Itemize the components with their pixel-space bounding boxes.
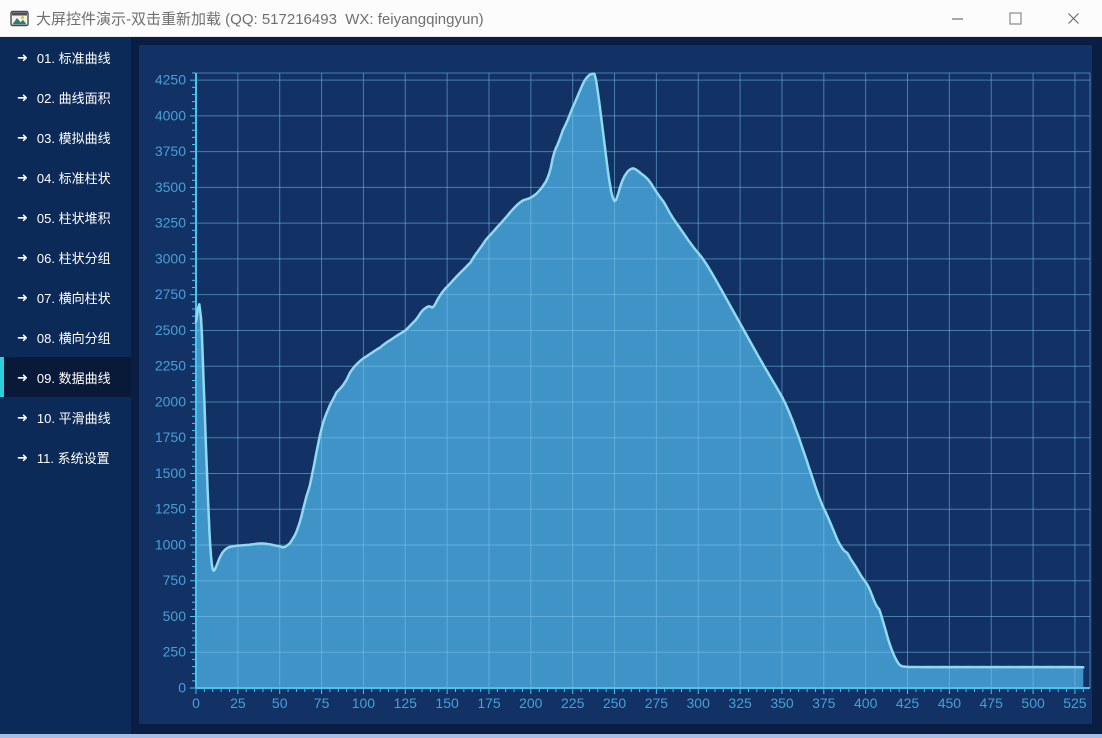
y-tick-label: 0 [178, 680, 186, 696]
x-tick-label: 75 [314, 695, 330, 711]
chart-panel[interactable]: 0 25 50 75 100 125 150 175 200 225 250 275 300 325 350… [139, 45, 1092, 724]
sidebar-item-08[interactable]: ➜ 08. 横向分组 [0, 317, 131, 357]
sidebar-item-03[interactable]: ➜ 03. 模拟曲线 [0, 117, 131, 157]
arrow-icon: ➜ [17, 211, 28, 224]
x-tick-label: 350 [770, 695, 794, 711]
arrow-icon: ➜ [17, 91, 28, 104]
arrow-icon: ➜ [17, 451, 28, 464]
x-tick-label: 25 [230, 695, 246, 711]
x-tick-label: 450 [938, 695, 962, 711]
sidebar-item-label: 04. 标准柱状 [37, 168, 111, 187]
minimize-icon [951, 12, 964, 25]
x-tick-label: 500 [1021, 695, 1045, 711]
arrow-icon: ➜ [17, 51, 28, 64]
x-tick-label: 275 [645, 695, 669, 711]
y-tick-label: 4000 [155, 107, 186, 123]
close-button[interactable] [1044, 0, 1102, 36]
arrow-icon: ➜ [17, 251, 28, 264]
y-tick-label: 1250 [155, 501, 186, 517]
y-tick-label: 2000 [155, 394, 186, 410]
app-icon [10, 9, 29, 28]
x-tick-label: 250 [603, 695, 627, 711]
sidebar-item-label: 07. 横向柱状 [37, 288, 111, 307]
x-tick-label: 125 [394, 695, 418, 711]
x-tick-label: 475 [980, 695, 1004, 711]
x-tick-label: 175 [477, 695, 501, 711]
arrow-icon: ➜ [17, 131, 28, 144]
x-tick-label: 50 [272, 695, 288, 711]
sidebar-item-label: 02. 曲线面积 [37, 88, 111, 107]
arrow-icon: ➜ [17, 171, 28, 184]
area-chart[interactable]: 0 25 50 75 100 125 150 175 200 225 250 275 300 325 350… [139, 45, 1092, 724]
arrow-icon: ➜ [17, 291, 28, 304]
window-bottom-edge [0, 734, 1102, 738]
y-tick-label: 1500 [155, 465, 186, 481]
x-tick-label: 375 [812, 695, 836, 711]
maximize-button[interactable] [986, 0, 1044, 36]
sidebar-item-label: 06. 柱状分组 [37, 248, 111, 267]
sidebar-item-01[interactable]: ➜ 01. 标准曲线 [0, 37, 131, 77]
y-tick-label: 1750 [155, 429, 186, 445]
y-tick-label: 3750 [155, 143, 186, 159]
x-tick-label: 225 [561, 695, 585, 711]
window-title: 大屏控件演示-双击重新加载 (QQ: 517216493 WX: feiyang… [36, 8, 484, 29]
y-tick-label: 2250 [155, 358, 186, 374]
y-tick-label: 1000 [155, 537, 186, 553]
sidebar-item-11[interactable]: ➜ 11. 系统设置 [0, 437, 131, 477]
x-tick-label: 425 [896, 695, 920, 711]
x-tick-label: 100 [352, 695, 376, 711]
sidebar-item-label: 10. 平滑曲线 [37, 408, 111, 427]
y-tick-label: 750 [163, 572, 187, 588]
sidebar: ➜ 01. 标准曲线 ➜ 02. 曲线面积 ➜ 03. 模拟曲线 ➜ 04. 标准柱状 ➜ 05.… [0, 37, 131, 738]
maximize-icon [1009, 12, 1022, 25]
close-icon [1067, 12, 1080, 25]
window-controls [928, 0, 1102, 36]
sidebar-item-label: 01. 标准曲线 [37, 48, 111, 67]
y-tick-label: 3250 [155, 215, 186, 231]
app-window: 大屏控件演示-双击重新加载 (QQ: 517216493 WX: feiyang… [0, 0, 1102, 738]
area-fill [196, 74, 1083, 688]
x-tick-label: 525 [1063, 695, 1087, 711]
y-tick-label: 4250 [155, 72, 186, 88]
minimize-button[interactable] [928, 0, 986, 36]
sidebar-item-label: 03. 模拟曲线 [37, 128, 111, 147]
y-tick-label: 3000 [155, 250, 186, 266]
sidebar-item-09[interactable]: ➜ 09. 数据曲线 [0, 357, 131, 397]
sidebar-item-label: 08. 横向分组 [37, 328, 111, 347]
sidebar-item-05[interactable]: ➜ 05. 柱状堆积 [0, 197, 131, 237]
title-bar: 大屏控件演示-双击重新加载 (QQ: 517216493 WX: feiyang… [0, 0, 1102, 37]
y-tick-label: 2750 [155, 286, 186, 302]
sidebar-item-label: 11. 系统设置 [37, 448, 110, 467]
sidebar-item-07[interactable]: ➜ 07. 横向柱状 [0, 277, 131, 317]
sidebar-item-label: 05. 柱状堆积 [37, 208, 111, 227]
y-tick-label: 2500 [155, 322, 186, 338]
sidebar-item-02[interactable]: ➜ 02. 曲线面积 [0, 77, 131, 117]
x-tick-label: 200 [519, 695, 543, 711]
sidebar-item-label: 09. 数据曲线 [37, 368, 111, 387]
y-tick-label: 250 [163, 644, 187, 660]
arrow-icon: ➜ [17, 331, 28, 344]
x-tick-label: 150 [435, 695, 459, 711]
arrow-icon: ➜ [17, 411, 28, 424]
sidebar-item-10[interactable]: ➜ 10. 平滑曲线 [0, 397, 131, 437]
arrow-icon: ➜ [17, 371, 28, 384]
main-area: ➜ 01. 标准曲线 ➜ 02. 曲线面积 ➜ 03. 模拟曲线 ➜ 04. 标准柱状 ➜ 05.… [0, 37, 1102, 738]
sidebar-item-04[interactable]: ➜ 04. 标准柱状 [0, 157, 131, 197]
y-tick-label: 500 [163, 608, 187, 624]
x-tick-label: 400 [854, 695, 878, 711]
sidebar-item-06[interactable]: ➜ 06. 柱状分组 [0, 237, 131, 277]
y-tick-label: 3500 [155, 179, 186, 195]
x-tick-label: 325 [728, 695, 752, 711]
x-tick-label: 0 [192, 695, 200, 711]
x-tick-label: 300 [687, 695, 711, 711]
